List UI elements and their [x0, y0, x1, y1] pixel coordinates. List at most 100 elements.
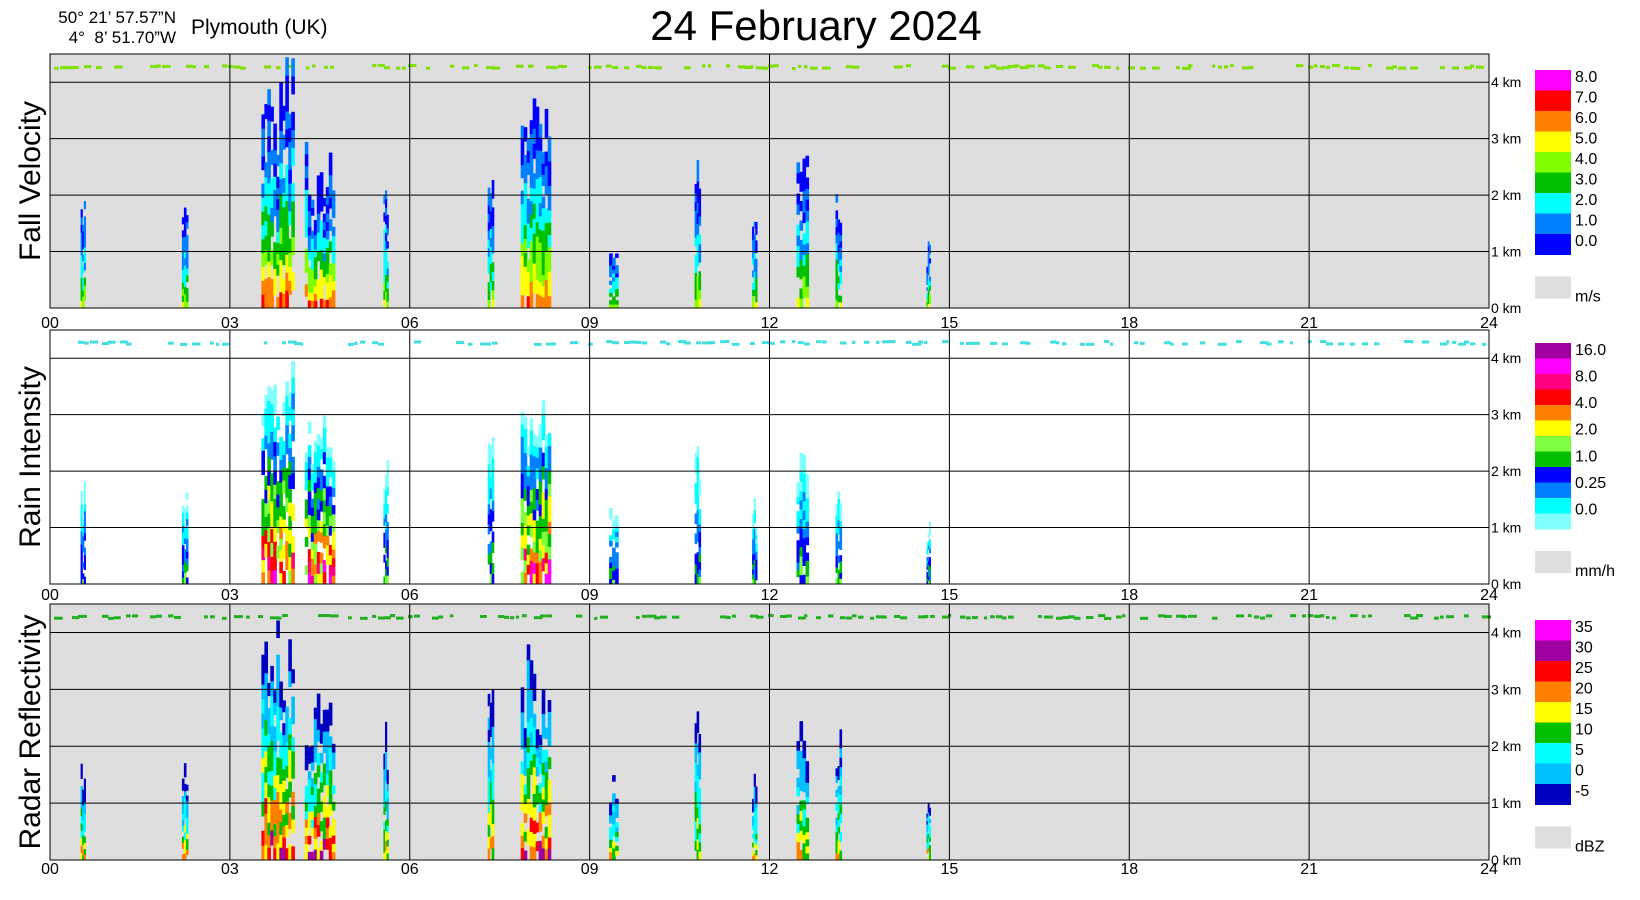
echo-cell [185, 827, 189, 834]
echo-cell [839, 277, 843, 285]
noise-band-mark [372, 614, 377, 618]
echo-cell [491, 510, 495, 522]
noise-band-mark [228, 65, 234, 69]
echo-cell [805, 768, 810, 776]
colorbar-label: 2.0 [1575, 192, 1597, 209]
echo-cell [185, 838, 189, 845]
noise-band-mark [726, 340, 730, 344]
echo-cell [386, 846, 389, 854]
noise-band-mark [426, 66, 431, 70]
noise-band-mark [234, 65, 241, 69]
echo-cell [755, 543, 758, 548]
echo-cell [386, 468, 389, 478]
echo-cell [839, 555, 843, 562]
echo-cell [82, 541, 85, 547]
echo-cell [273, 384, 277, 400]
echo-cell [386, 530, 389, 541]
echo-cell [291, 536, 295, 553]
noise-band-mark [1182, 342, 1188, 346]
colorbar-label: 16.0 [1575, 342, 1606, 359]
noise-band-mark [600, 615, 609, 619]
echo-cell [529, 418, 534, 431]
echo-cell [927, 270, 930, 276]
noise-band-mark [1134, 341, 1139, 345]
echo-cell [386, 790, 389, 799]
echo-cell [698, 206, 702, 217]
echo-cell [80, 497, 83, 505]
echo-cell [532, 713, 537, 728]
noise-band-mark [354, 341, 358, 345]
echo-cell [386, 811, 389, 819]
noise-band-mark [1104, 340, 1110, 344]
echo-cell [523, 428, 528, 442]
noise-band-mark [684, 66, 691, 70]
colorbar-swatch [1535, 436, 1571, 452]
echo-cell [755, 555, 758, 560]
y-tick-label: 2 km [1491, 463, 1521, 479]
colorbar-label: 7.0 [1575, 90, 1597, 107]
echo-cell [328, 702, 333, 715]
echo-cell [799, 721, 804, 732]
echo-cell [83, 262, 86, 271]
echo-cell [291, 201, 295, 220]
echo-cell [185, 806, 189, 813]
echo-cell [839, 832, 843, 842]
echo-cell [929, 280, 931, 286]
echo-cell [491, 573, 495, 585]
echo-cell [83, 848, 86, 855]
noise-band-mark [528, 64, 534, 68]
echo-cell [291, 504, 295, 521]
noise-band-mark [924, 615, 929, 619]
echo-cell [805, 242, 810, 255]
echo-cell [755, 812, 758, 819]
noise-band-mark [1116, 66, 1120, 70]
echo-cell [491, 799, 495, 812]
echo-cell [331, 487, 336, 497]
echo-cell [698, 479, 702, 488]
echo-cell [839, 265, 843, 272]
noise-band-mark [822, 66, 831, 70]
echo-cell [185, 833, 189, 840]
echo-cell [491, 468, 495, 480]
echo-cell [386, 548, 389, 558]
echo-cell [547, 246, 552, 260]
echo-cell [491, 458, 495, 470]
noise-band-mark [846, 65, 852, 69]
y-tick-label: 3 km [1491, 407, 1521, 423]
echo-cell [929, 852, 931, 857]
echo-cell [316, 705, 321, 718]
noise-band-mark [300, 342, 304, 346]
noise-band-mark [816, 340, 822, 344]
echo-cell [83, 807, 86, 814]
echo-cell [385, 721, 388, 733]
colorbar-unit: mm/h [1575, 563, 1615, 580]
noise-band-mark [1170, 342, 1174, 346]
echo-cell [698, 554, 702, 563]
echo-cell [805, 297, 810, 309]
noise-band-mark [1410, 340, 1414, 344]
noise-band-mark [234, 615, 243, 619]
colorbar-label: 4.0 [1575, 151, 1597, 168]
echo-cell [805, 529, 810, 538]
noise-band-mark [1278, 340, 1284, 344]
echo-cell [491, 726, 495, 739]
echo-cell [698, 197, 702, 208]
noise-band-mark [1110, 342, 1114, 346]
echo-cell [385, 207, 388, 216]
noise-band-mark [1440, 615, 1444, 619]
noise-band-mark [1218, 65, 1222, 69]
noise-band-mark [930, 614, 935, 618]
echo-cell [270, 293, 274, 309]
noise-band-mark [588, 342, 593, 346]
noise-band-mark [1020, 341, 1027, 345]
noise-band-mark [384, 66, 390, 70]
echo-cell [805, 852, 810, 861]
x-tick-label: 09 [581, 587, 599, 604]
echo-cell [615, 850, 619, 856]
echo-cell [929, 570, 931, 576]
echo-cell [805, 831, 810, 840]
echo-cell [805, 824, 810, 833]
echo-cell [839, 538, 843, 545]
echo-cell [927, 265, 930, 271]
echo-cell [319, 288, 324, 299]
